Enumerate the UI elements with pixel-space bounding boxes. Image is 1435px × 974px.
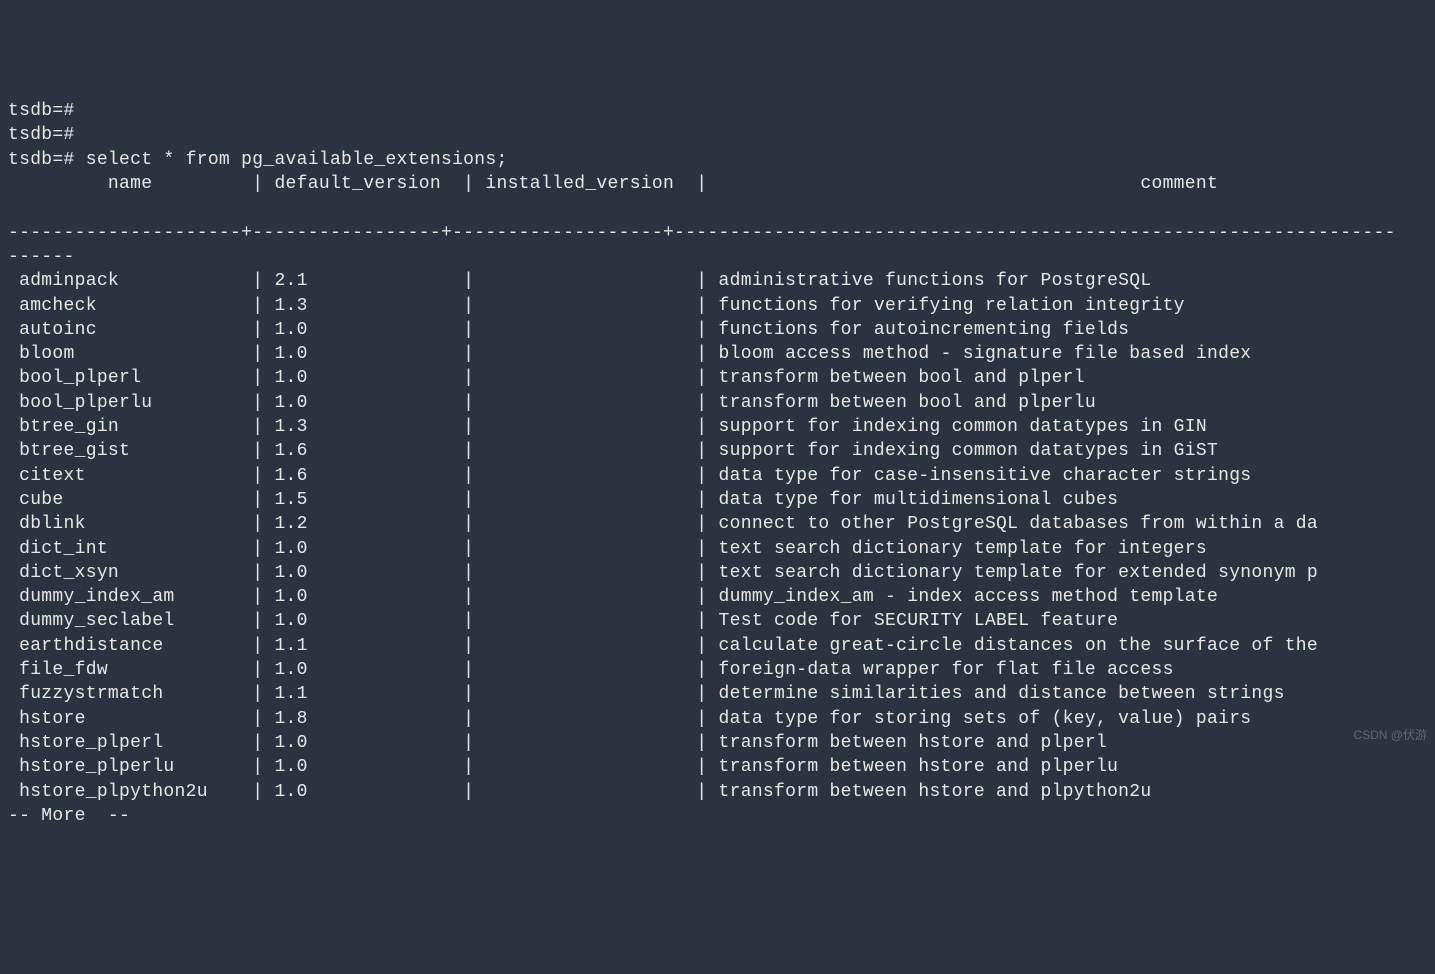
output-line: btree_gin | 1.3 | | support for indexing… <box>8 415 1435 439</box>
output-line: amcheck | 1.3 | | functions for verifyin… <box>8 294 1435 318</box>
output-line: hstore_plpython2u | 1.0 | | transform be… <box>8 780 1435 804</box>
prompt-line: tsdb=# <box>8 99 1435 123</box>
output-line: fuzzystrmatch | 1.1 | | determine simila… <box>8 682 1435 706</box>
output-line: bloom | 1.0 | | bloom access method - si… <box>8 342 1435 366</box>
output-line: ---------------------+-----------------+… <box>8 221 1435 245</box>
output-line: dblink | 1.2 | | connect to other Postgr… <box>8 512 1435 536</box>
output-line: hstore | 1.8 | | data type for storing s… <box>8 707 1435 731</box>
watermark: CSDN @伏游 <box>1353 727 1427 743</box>
output-line: dict_xsyn | 1.0 | | text search dictiona… <box>8 561 1435 585</box>
output-line: citext | 1.6 | | data type for case-inse… <box>8 464 1435 488</box>
output-line: hstore_plperlu | 1.0 | | transform betwe… <box>8 755 1435 779</box>
output-line: hstore_plperl | 1.0 | | transform betwee… <box>8 731 1435 755</box>
output-line: dummy_index_am | 1.0 | | dummy_index_am … <box>8 585 1435 609</box>
output-line: earthdistance | 1.1 | | calculate great-… <box>8 634 1435 658</box>
output-line: ------ <box>8 245 1435 269</box>
output-line: file_fdw | 1.0 | | foreign-data wrapper … <box>8 658 1435 682</box>
output-line <box>8 196 1435 220</box>
output-line: dict_int | 1.0 | | text search dictionar… <box>8 537 1435 561</box>
output-line: bool_plperl | 1.0 | | transform between … <box>8 366 1435 390</box>
output-line: autoinc | 1.0 | | functions for autoincr… <box>8 318 1435 342</box>
output-line: bool_plperlu | 1.0 | | transform between… <box>8 391 1435 415</box>
output-line: name | default_version | installed_versi… <box>8 172 1435 196</box>
prompt-line: tsdb=# select * from pg_available_extens… <box>8 148 1435 172</box>
pager-line: -- More -- <box>8 804 1435 828</box>
prompt-line: tsdb=# <box>8 123 1435 147</box>
terminal-output: tsdb=#tsdb=#tsdb=# select * from pg_avai… <box>8 99 1435 828</box>
output-line: dummy_seclabel | 1.0 | | Test code for S… <box>8 609 1435 633</box>
output-line: cube | 1.5 | | data type for multidimens… <box>8 488 1435 512</box>
output-line: btree_gist | 1.6 | | support for indexin… <box>8 439 1435 463</box>
output-line: adminpack | 2.1 | | administrative funct… <box>8 269 1435 293</box>
